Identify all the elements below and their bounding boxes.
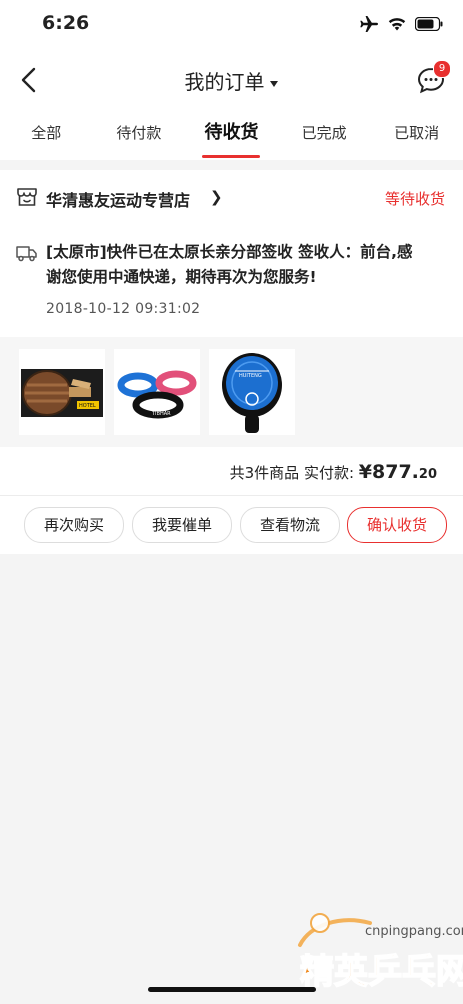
- edge-tapes-image: TIBHAR: [114, 349, 200, 435]
- wifi-icon: [388, 18, 406, 31]
- order-total-row: 共3件商品 实付款: ¥877.20: [0, 447, 463, 496]
- site-watermark: cnpingpang.com 精英乒乓网: [280, 905, 463, 1000]
- caret-down-icon: [269, 80, 278, 87]
- order-amount: ¥877.: [358, 461, 419, 483]
- tab-pending-payment[interactable]: 待付款: [93, 110, 186, 160]
- status-icons: [359, 16, 443, 32]
- order-amount-cents: 20: [418, 467, 437, 482]
- svg-text:HUITENG: HUITENG: [239, 373, 262, 379]
- goods-image-blade[interactable]: HOTEL: [19, 349, 105, 435]
- watermark-logo: cnpingpang.com 精英乒乓网: [298, 913, 463, 993]
- svg-text:TIBHAR: TIBHAR: [151, 411, 171, 417]
- page-title: 我的订单: [184, 70, 265, 94]
- logistics-row[interactable]: [太原市]快件已在太原长亲分部签收 签收人：前台,感谢您使用中通快递，期待再次为…: [0, 224, 463, 337]
- store-row[interactable]: 华清惠友运动专营店 ❯ 等待收货: [0, 170, 463, 224]
- order-actions: 再次购买 我要催单 查看物流 确认收货: [0, 496, 463, 554]
- store-name: 华清惠友运动专营店: [46, 191, 191, 210]
- goods-image-tapes[interactable]: TIBHAR: [114, 349, 200, 435]
- tab-cancelled[interactable]: 已取消: [370, 110, 463, 160]
- watermark-site: cnpingpang.com: [365, 924, 463, 939]
- logistics-time: 2018-10-12 09:31:02: [46, 301, 201, 317]
- home-indicator: [148, 987, 316, 992]
- page-title-dropdown[interactable]: 我的订单: [0, 66, 463, 95]
- svg-text:HOTEL: HOTEL: [79, 403, 96, 409]
- logistics-message: [太原市]快件已在太原长亲分部签收 签收人：前台,感谢您使用中通快递，期待再次为…: [46, 243, 413, 286]
- urge-order-button[interactable]: 我要催单: [132, 507, 232, 543]
- battery-icon: [415, 17, 443, 31]
- nav-bar: 我的订单 9: [0, 50, 463, 110]
- message-button[interactable]: 9: [415, 60, 451, 96]
- message-count-badge: 9: [433, 60, 451, 78]
- chevron-right-icon: ❯: [210, 188, 223, 206]
- tab-completed[interactable]: 已完成: [278, 110, 371, 160]
- table-tennis-blade-image: HOTEL: [19, 349, 105, 435]
- order-tabs: 全部 待付款 待收货 已完成 已取消: [0, 110, 463, 160]
- goods-list[interactable]: HOTEL TIBHAR HUITENG: [0, 337, 463, 447]
- buy-again-button[interactable]: 再次购买: [24, 507, 124, 543]
- confirm-receipt-button[interactable]: 确认收货: [347, 507, 447, 543]
- status-bar: 6:26: [0, 0, 463, 50]
- tab-all[interactable]: 全部: [0, 110, 93, 160]
- view-logistics-button[interactable]: 查看物流: [240, 507, 340, 543]
- truck-icon: [16, 246, 37, 262]
- store-icon: [17, 188, 37, 206]
- watermark-brand: 精英乒乓网: [300, 952, 463, 992]
- tab-pending-receipt[interactable]: 待收货: [185, 110, 278, 160]
- goods-image-case[interactable]: HUITENG: [209, 349, 295, 435]
- order-card: 华清惠友运动专营店 ❯ 等待收货 [太原市]快件已在太原长亲分部签收 签收人：前…: [0, 170, 463, 554]
- status-time: 6:26: [42, 12, 90, 34]
- racket-case-image: HUITENG: [209, 349, 295, 435]
- airplane-icon: [360, 16, 378, 32]
- order-summary-label: 共3件商品 实付款:: [229, 464, 355, 482]
- order-total: 共3件商品 实付款: ¥877.20: [230, 461, 437, 483]
- order-status: 等待收货: [384, 190, 445, 208]
